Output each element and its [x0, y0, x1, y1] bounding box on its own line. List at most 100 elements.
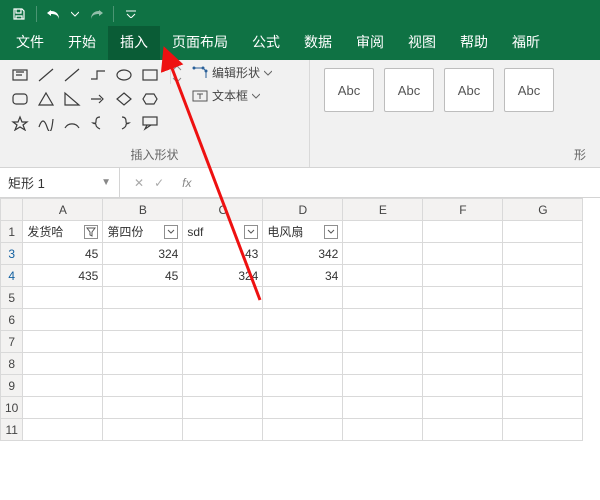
- cell[interactable]: [103, 419, 183, 441]
- style-preset-3[interactable]: Abc: [444, 68, 494, 112]
- row-header-10[interactable]: 10: [1, 397, 23, 419]
- cell[interactable]: [183, 353, 263, 375]
- filter-icon[interactable]: [164, 225, 178, 239]
- cell[interactable]: [343, 287, 423, 309]
- tab-insert[interactable]: 插入: [108, 26, 160, 60]
- cell[interactable]: [263, 309, 343, 331]
- cell[interactable]: [103, 287, 183, 309]
- shape-rbrace-icon[interactable]: [112, 112, 136, 134]
- cell[interactable]: [183, 397, 263, 419]
- cell[interactable]: [263, 353, 343, 375]
- style-preset-2[interactable]: Abc: [384, 68, 434, 112]
- tab-view[interactable]: 视图: [396, 26, 448, 60]
- cell[interactable]: [263, 375, 343, 397]
- cell[interactable]: 电风扇: [263, 221, 343, 243]
- cell[interactable]: [23, 397, 103, 419]
- cell[interactable]: [23, 419, 103, 441]
- cell[interactable]: [263, 287, 343, 309]
- cell[interactable]: 342: [263, 243, 343, 265]
- cell[interactable]: [503, 397, 583, 419]
- shape-curve-icon[interactable]: [34, 112, 58, 134]
- cell[interactable]: [183, 419, 263, 441]
- cell[interactable]: [263, 419, 343, 441]
- shape-line2-icon[interactable]: [60, 64, 84, 86]
- row-header-5[interactable]: 5: [1, 287, 23, 309]
- customize-qat-icon[interactable]: [118, 2, 144, 26]
- edit-shape-button[interactable]: 编辑形状: [192, 64, 272, 81]
- cell[interactable]: [423, 287, 503, 309]
- col-header-G[interactable]: G: [503, 199, 583, 221]
- cell[interactable]: [503, 265, 583, 287]
- cell[interactable]: [183, 309, 263, 331]
- col-header-F[interactable]: F: [423, 199, 503, 221]
- cell[interactable]: [423, 243, 503, 265]
- cell[interactable]: [183, 375, 263, 397]
- shape-rtriangle-icon[interactable]: [60, 88, 84, 110]
- cell[interactable]: [423, 265, 503, 287]
- cell[interactable]: [503, 419, 583, 441]
- cell[interactable]: [23, 331, 103, 353]
- filter-icon[interactable]: [244, 225, 258, 239]
- tab-layout[interactable]: 页面布局: [160, 26, 240, 60]
- cell[interactable]: [343, 397, 423, 419]
- tab-foxit[interactable]: 福昕: [500, 26, 552, 60]
- cell[interactable]: [503, 353, 583, 375]
- cell[interactable]: [183, 331, 263, 353]
- shapes-gallery[interactable]: [8, 64, 162, 134]
- cell[interactable]: [423, 221, 503, 243]
- undo-dropdown-icon[interactable]: [69, 2, 81, 26]
- shape-triangle-icon[interactable]: [34, 88, 58, 110]
- cell[interactable]: 第四份: [103, 221, 183, 243]
- name-box[interactable]: 矩形 1 ▼: [0, 168, 120, 197]
- cell[interactable]: [343, 243, 423, 265]
- cell[interactable]: [423, 309, 503, 331]
- cell[interactable]: 45: [23, 243, 103, 265]
- cell[interactable]: 324: [103, 243, 183, 265]
- row-header-1[interactable]: 1: [1, 221, 23, 243]
- col-header-D[interactable]: D: [263, 199, 343, 221]
- fx-icon[interactable]: fx: [182, 176, 191, 190]
- cell[interactable]: [503, 309, 583, 331]
- cell[interactable]: 435: [23, 265, 103, 287]
- cell[interactable]: 发货哈: [23, 221, 103, 243]
- style-preset-1[interactable]: Abc: [324, 68, 374, 112]
- cell[interactable]: [23, 375, 103, 397]
- shape-star-icon[interactable]: [8, 112, 32, 134]
- cell[interactable]: [343, 375, 423, 397]
- shape-arc-icon[interactable]: [60, 112, 84, 134]
- cell[interactable]: [343, 419, 423, 441]
- cell[interactable]: [503, 375, 583, 397]
- cell[interactable]: [103, 375, 183, 397]
- cell[interactable]: 45: [103, 265, 183, 287]
- tab-home[interactable]: 开始: [56, 26, 108, 60]
- cell[interactable]: [423, 397, 503, 419]
- row-header-6[interactable]: 6: [1, 309, 23, 331]
- textbox-button[interactable]: 文本框: [192, 87, 272, 104]
- cell[interactable]: 34: [263, 265, 343, 287]
- cell[interactable]: [343, 265, 423, 287]
- row-header-9[interactable]: 9: [1, 375, 23, 397]
- tab-file[interactable]: 文件: [4, 26, 56, 60]
- filter-icon[interactable]: [84, 225, 98, 239]
- cell[interactable]: [263, 331, 343, 353]
- col-header-E[interactable]: E: [343, 199, 423, 221]
- cell[interactable]: [23, 287, 103, 309]
- cell[interactable]: [23, 353, 103, 375]
- style-preset-4[interactable]: Abc: [504, 68, 554, 112]
- cell[interactable]: [343, 309, 423, 331]
- filter-icon[interactable]: [324, 225, 338, 239]
- cell[interactable]: [263, 397, 343, 419]
- shape-roundrect-icon[interactable]: [8, 88, 32, 110]
- row-header-4[interactable]: 4: [1, 265, 23, 287]
- cell[interactable]: [503, 221, 583, 243]
- cell[interactable]: [423, 353, 503, 375]
- cell[interactable]: [423, 375, 503, 397]
- shapes-more-icon[interactable]: [170, 64, 182, 84]
- formula-confirm-icon[interactable]: ✓: [154, 176, 164, 190]
- col-header-B[interactable]: B: [103, 199, 183, 221]
- shape-diamond-icon[interactable]: [112, 88, 136, 110]
- formula-cancel-icon[interactable]: ✕: [134, 176, 144, 190]
- shape-elbow-icon[interactable]: [86, 64, 110, 86]
- shape-rect-icon[interactable]: [138, 64, 162, 86]
- tab-help[interactable]: 帮助: [448, 26, 500, 60]
